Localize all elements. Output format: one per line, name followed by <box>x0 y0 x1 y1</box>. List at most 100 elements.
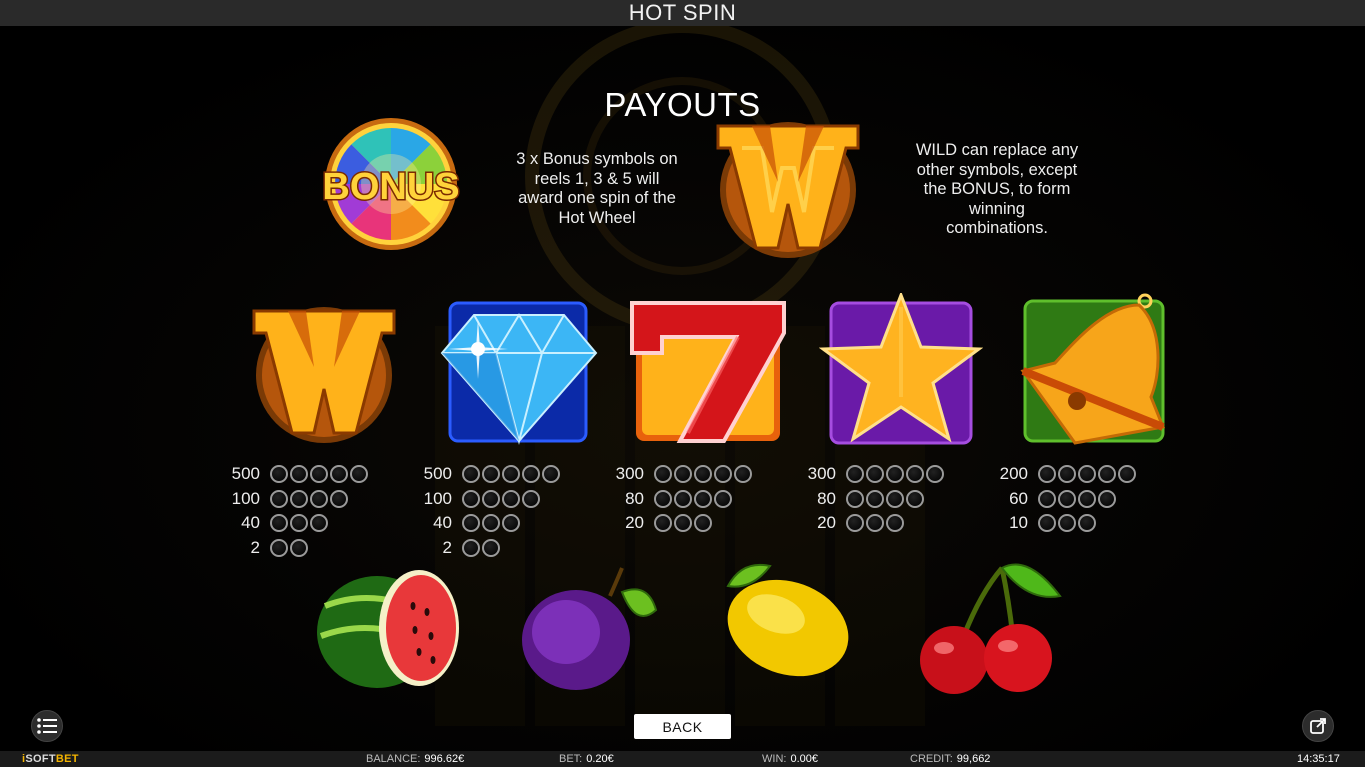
back-button[interactable]: BACK <box>634 714 731 739</box>
bell-icon <box>1020 293 1166 445</box>
symbol-count-indicator <box>654 465 752 484</box>
symbol-count-indicator <box>654 514 712 533</box>
cherry-icon <box>920 563 1062 694</box>
pay-value: 80 <box>625 488 644 508</box>
symbol-count-dot <box>310 489 328 508</box>
diamond-icon <box>440 301 598 445</box>
symbol-count-dot <box>1058 465 1076 484</box>
symbol-count-dot <box>1038 489 1056 508</box>
pay-row: 200 <box>994 462 1136 487</box>
symbol-count-dot <box>482 489 500 508</box>
pay-value: 200 <box>999 464 1028 484</box>
symbol-count-dot <box>674 465 692 484</box>
lemon-icon <box>726 564 849 677</box>
win-display: WIN: 0.00€ <box>762 753 818 765</box>
pay-value: 500 <box>231 464 260 484</box>
pay-row: 2 <box>418 536 560 561</box>
symbol-count-dot <box>462 538 480 557</box>
symbol-count-dot <box>462 465 480 484</box>
symbol-count-indicator <box>462 465 560 484</box>
symbol-count-dot <box>542 465 560 484</box>
external-link-button[interactable] <box>1302 710 1334 742</box>
symbol-count-dot <box>270 514 288 533</box>
pay-row: 80 <box>802 487 944 512</box>
external-link-icon <box>1310 718 1326 734</box>
pay-row: 20 <box>802 511 944 536</box>
symbol-count-dot <box>654 465 672 484</box>
symbol-count-dot <box>1098 465 1116 484</box>
pay-value: 100 <box>423 488 452 508</box>
pay-row: 20 <box>610 511 752 536</box>
symbol-count-indicator <box>270 465 368 484</box>
symbol-count-dot <box>482 538 500 557</box>
symbol-count-indicator <box>270 489 348 508</box>
pay-value: 60 <box>1009 488 1028 508</box>
symbol-count-dot <box>866 489 884 508</box>
symbol-count-dot <box>330 465 348 484</box>
symbol-count-dot <box>270 489 288 508</box>
pay-value: 100 <box>231 488 260 508</box>
symbol-count-indicator <box>462 538 500 557</box>
pay-value: 500 <box>423 464 452 484</box>
pay-value: 40 <box>241 513 260 533</box>
symbol-count-dot <box>310 465 328 484</box>
paytable-diamond: 500 100 40 2 <box>418 462 560 560</box>
symbol-count-dot <box>906 489 924 508</box>
symbol-count-indicator <box>1038 514 1096 533</box>
symbol-count-dot <box>1078 514 1096 533</box>
symbol-count-indicator <box>846 465 944 484</box>
pay-row: 500 <box>226 462 368 487</box>
symbol-count-dot <box>846 489 864 508</box>
symbol-count-dot <box>290 538 308 557</box>
pay-value: 40 <box>433 513 452 533</box>
pay-row: 500 <box>418 462 560 487</box>
bonus-wheel-icon: BONUS <box>321 118 461 250</box>
menu-button[interactable] <box>31 710 63 742</box>
bonus-desc-line-2: reels 1, 3 & 5 will <box>534 169 660 188</box>
watermelon-icon <box>317 570 459 688</box>
bet-display: BET: 0.20€ <box>559 753 614 765</box>
symbol-count-dot <box>270 465 288 484</box>
symbol-count-dot <box>714 465 732 484</box>
pay-row: 80 <box>610 487 752 512</box>
symbol-count-dot <box>926 465 944 484</box>
pay-value: 2 <box>250 537 260 557</box>
bonus-desc-line-3: award one spin of the <box>518 189 676 207</box>
status-bar: iSOFTBET BALANCE: 996.62€ BET: 0.20€ WIN: 0… <box>0 751 1365 767</box>
pay-value: 2 <box>442 537 452 557</box>
symbol-count-dot <box>1118 465 1136 484</box>
pay-value: 300 <box>807 464 836 484</box>
wild-desc-line-5: combinations. <box>946 219 1048 237</box>
symbol-count-indicator <box>270 514 328 533</box>
plum-icon <box>522 567 658 690</box>
symbol-count-dot <box>886 489 904 508</box>
pay-value: 300 <box>615 464 644 484</box>
pay-row: 10 <box>994 511 1136 536</box>
symbol-count-dot <box>522 465 540 484</box>
wild-description: WILD can replace any other symbols, exce… <box>897 141 1097 239</box>
wild-desc-line-2: other symbols, except <box>916 160 1078 179</box>
clock: 14:35:17 <box>1297 753 1340 765</box>
bonus-desc-line-1: 3 x Bonus symbols on <box>516 150 678 168</box>
paytable-bell: 200 60 10 <box>994 462 1136 536</box>
symbol-count-indicator <box>462 489 540 508</box>
pay-value: 80 <box>817 488 836 508</box>
symbol-count-indicator <box>1038 465 1136 484</box>
symbol-count-dot <box>674 489 692 508</box>
star-icon <box>819 293 983 445</box>
symbol-count-dot <box>1058 489 1076 508</box>
wild-large-icon <box>716 122 860 258</box>
symbol-count-dot <box>270 538 288 557</box>
symbol-count-dot <box>462 489 480 508</box>
symbol-count-dot <box>886 465 904 484</box>
balance-display: BALANCE: 996.62€ <box>366 753 465 765</box>
symbol-count-dot <box>482 514 500 533</box>
symbol-count-dot <box>310 514 328 533</box>
symbol-count-indicator <box>270 538 308 557</box>
seven-icon <box>630 301 786 443</box>
pay-value: 20 <box>817 513 836 533</box>
symbol-count-indicator <box>654 489 732 508</box>
wild-desc-line-4: winning <box>969 199 1025 218</box>
wild-desc-line-3: the BONUS, to form <box>923 180 1071 198</box>
payouts-heading: PAYOUTS <box>604 86 761 123</box>
